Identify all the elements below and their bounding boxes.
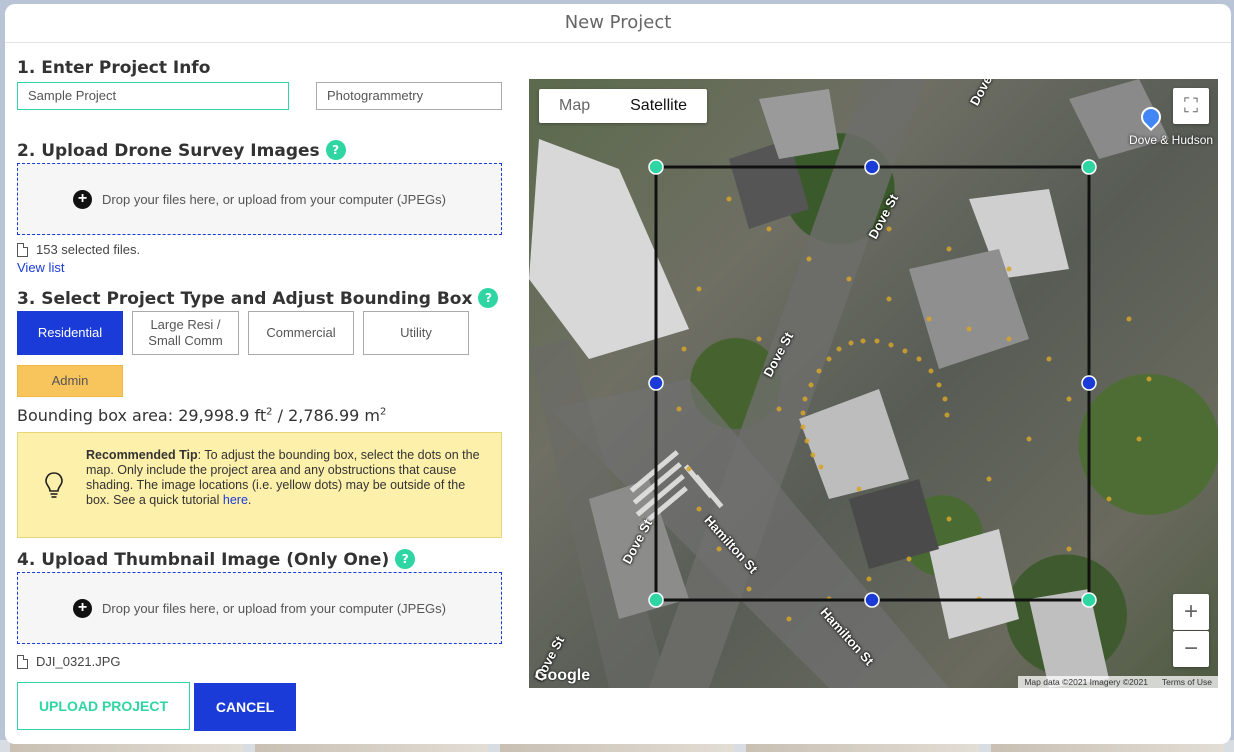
map-type-map-button[interactable]: Map: [539, 89, 610, 123]
step3-heading: 3. Select Project Type and Adjust Boundi…: [17, 288, 499, 309]
tutorial-link[interactable]: here: [223, 493, 248, 507]
project-name-input[interactable]: Sample Project: [17, 82, 289, 110]
project-kind-field[interactable]: Photogrammetry: [316, 82, 502, 110]
google-logo: Google: [535, 667, 591, 684]
type-commercial-button[interactable]: Commercial: [248, 311, 354, 355]
poi-label: Dove & Hudson: [1129, 133, 1214, 147]
thumbnail-file-name: DJI_0321.JPG: [36, 654, 121, 669]
type-utility-button[interactable]: Utility: [363, 311, 469, 355]
recommended-tip-box: Recommended Tip: To adjust the bounding …: [17, 432, 502, 538]
step4-heading: 4. Upload Thumbnail Image (Only One)?: [17, 549, 416, 570]
attribution-text: Map data ©2021 Imagery ©2021: [1024, 677, 1148, 687]
type-large-resi-button[interactable]: Large Resi / Small Comm: [132, 311, 239, 355]
zoom-in-button[interactable]: +: [1173, 594, 1209, 630]
drone-images-dropzone[interactable]: + Drop your files here, or upload from y…: [17, 163, 502, 235]
map-attribution: Map data ©2021 Imagery ©2021 Terms of Us…: [1018, 676, 1218, 688]
type-residential-button[interactable]: Residential: [17, 311, 123, 355]
help-icon[interactable]: ?: [325, 140, 346, 160]
map-type-toggle: Map Satellite: [539, 89, 708, 123]
help-icon[interactable]: ?: [478, 288, 499, 308]
area-m: / 2,786.99 m: [272, 406, 381, 425]
admin-button[interactable]: Admin: [17, 365, 123, 397]
modal-title: New Project: [5, 4, 1231, 43]
tip-title: Recommended Tip: [86, 448, 198, 462]
map-imagery: [529, 79, 1169, 688]
dropzone-text: Drop your files here, or upload from you…: [102, 191, 446, 207]
upload-project-button[interactable]: UPLOAD PROJECT: [17, 682, 190, 730]
cancel-button[interactable]: CANCEL: [194, 683, 296, 731]
area-m-sup: 2: [380, 406, 387, 418]
selected-files-info: 153 selected files.: [17, 242, 140, 257]
plus-circle-icon: +: [73, 189, 93, 209]
fullscreen-icon[interactable]: ⛶: [1173, 88, 1209, 124]
tip-end: .: [247, 493, 252, 507]
step2-heading-text: 2. Upload Drone Survey Images: [17, 141, 320, 161]
step3-heading-text: 3. Select Project Type and Adjust Boundi…: [17, 289, 473, 309]
map-type-satellite-button[interactable]: Satellite: [610, 89, 707, 123]
new-project-modal: New Project 1. Enter Project Info Sample…: [5, 4, 1231, 744]
thumbnail-dropzone[interactable]: + Drop your files here, or upload from y…: [17, 572, 502, 644]
area-ft: Bounding box area: 29,998.9 ft: [17, 406, 267, 425]
satellite-map[interactable]: Map Satellite ⛶ + − Dove & Hudson Dove S…: [529, 79, 1218, 688]
step4-heading-text: 4. Upload Thumbnail Image (Only One): [17, 550, 390, 570]
lightbulb-icon: [45, 472, 63, 498]
zoom-out-button[interactable]: −: [1173, 631, 1209, 667]
view-list-link[interactable]: View list: [17, 260, 64, 275]
dropzone-text: Drop your files here, or upload from you…: [102, 600, 446, 616]
terms-link[interactable]: Terms of Use: [1162, 676, 1212, 688]
step2-heading: 2. Upload Drone Survey Images?: [17, 140, 346, 161]
thumbnail-file-info: DJI_0321.JPG: [17, 654, 121, 669]
step1-heading: 1. Enter Project Info: [17, 58, 211, 78]
file-icon: [17, 654, 28, 669]
file-icon: [17, 242, 28, 257]
bounding-box-area: Bounding box area: 29,998.9 ft 2 / 2,786.…: [17, 406, 386, 425]
plus-circle-icon: +: [73, 598, 93, 618]
selected-files-text: 153 selected files.: [36, 242, 141, 257]
help-icon[interactable]: ?: [395, 549, 416, 569]
